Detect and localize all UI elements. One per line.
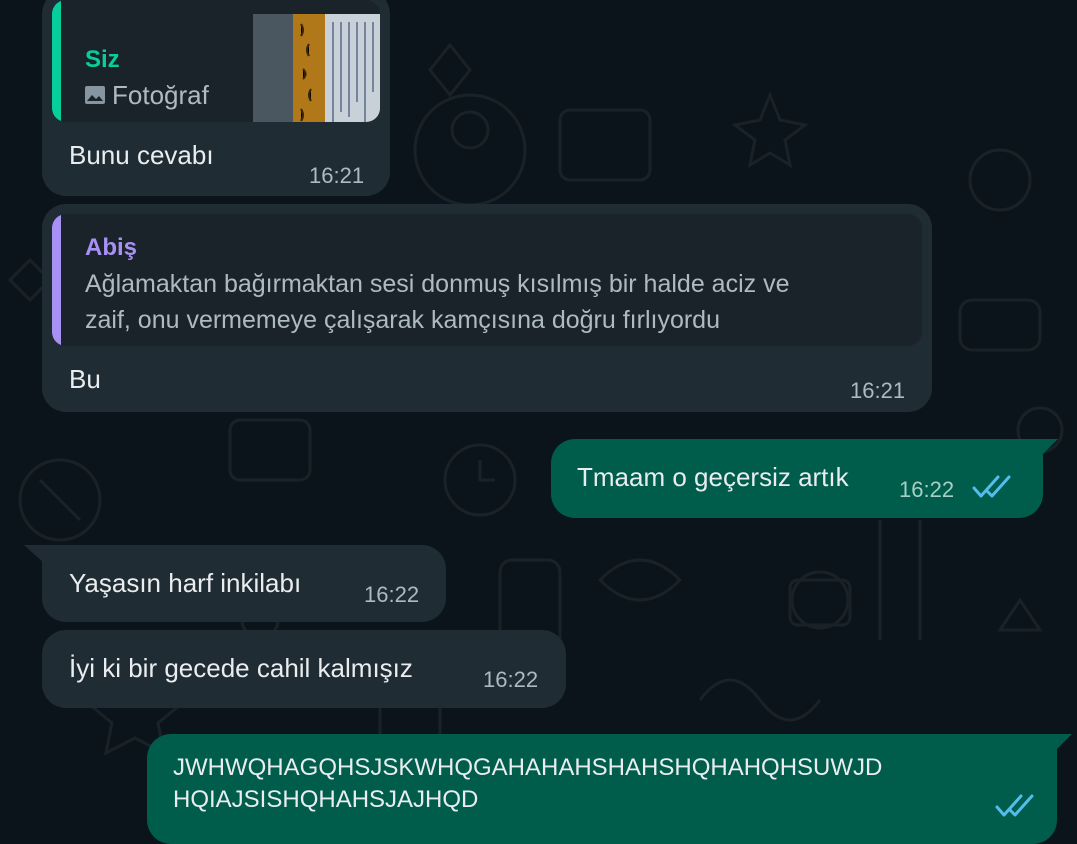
- message-time: 16:21: [309, 163, 365, 188]
- quote-author: Siz: [85, 46, 120, 73]
- incoming-message[interactable]: Siz Fotoğraf Bunu cevabı 16:21: [42, 0, 390, 196]
- message-time: 16:22: [364, 582, 420, 607]
- message-text-line: JWHWQHAGQHSJSKWHQGAHAHAHSHAHSHQHAHQHSUWJ…: [173, 754, 883, 781]
- message-time: 16:21: [850, 378, 906, 403]
- quote-text: Fotoğraf: [112, 80, 209, 110]
- message-text: Tmaam o geçersiz artık: [577, 462, 849, 492]
- double-check-icon: [972, 475, 1016, 504]
- photo-icon: [85, 86, 105, 109]
- outgoing-message[interactable]: JWHWQHAGQHSJSKWHQGAHAHAHSHAHSHQHAHQHSUWJ…: [147, 734, 1057, 844]
- message-text-line: HQIAJSISHQHAHSJAJHQD: [173, 786, 479, 813]
- incoming-message[interactable]: İyi ki bir gecede cahil kalmışız 16:22: [42, 630, 566, 708]
- quote-accent-bar: [52, 0, 61, 122]
- message-text: İyi ki bir gecede cahil kalmışız: [69, 653, 413, 683]
- incoming-message[interactable]: Yaşasın harf inkilabı 16:22: [42, 545, 446, 622]
- double-check-icon: [995, 794, 1039, 823]
- message-text: Bu: [69, 364, 101, 394]
- quote-text-line: zaif, onu vermemeye çalışarak kamçısına …: [85, 306, 720, 334]
- message-time: 16:22: [899, 477, 955, 502]
- message-text: Bunu cevabı: [69, 140, 214, 170]
- quoted-message[interactable]: Abiş Ağlamaktan bağırmaktan sesi donmuş …: [52, 214, 922, 346]
- quote-accent-bar: [52, 214, 61, 346]
- bubble-tail: [1054, 734, 1072, 752]
- incoming-message[interactable]: Abiş Ağlamaktan bağırmaktan sesi donmuş …: [42, 204, 932, 412]
- message-time: 16:22: [483, 667, 539, 692]
- quote-text-line: Ağlamaktan bağırmaktan sesi donmuş kısıl…: [85, 270, 790, 298]
- quoted-message[interactable]: Siz Fotoğraf: [52, 0, 380, 122]
- message-text: Yaşasın harf inkilabı: [69, 568, 302, 598]
- outgoing-message[interactable]: Tmaam o geçersiz artık 16:22: [551, 439, 1043, 518]
- bubble-tail: [1040, 439, 1058, 457]
- quote-author: Abiş: [85, 234, 138, 261]
- bubble-tail: [24, 545, 44, 563]
- photo-thumbnail[interactable]: [253, 14, 380, 122]
